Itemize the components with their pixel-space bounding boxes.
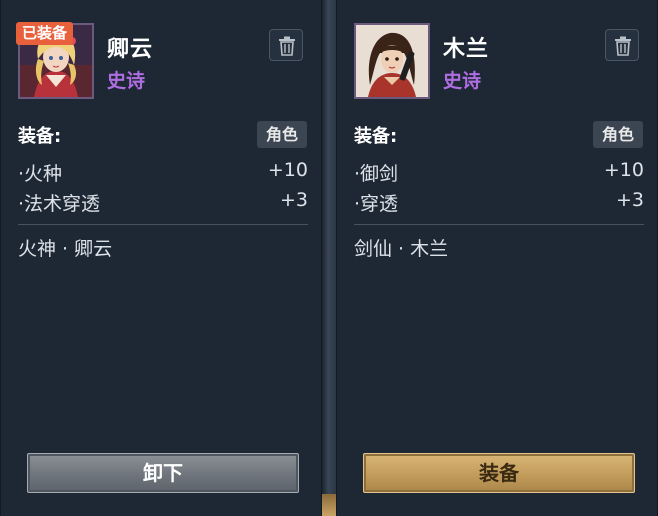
equip-section-label: 装备: bbox=[354, 126, 398, 147]
character-description: 火神 · 卿云 bbox=[18, 238, 113, 260]
panel-divider-accent bbox=[322, 494, 336, 516]
stat-value: +10 bbox=[603, 159, 644, 181]
role-tag: 角色 bbox=[257, 121, 307, 148]
section-divider bbox=[354, 224, 644, 225]
delete-button[interactable] bbox=[269, 29, 303, 61]
trash-icon bbox=[279, 36, 295, 56]
delete-button[interactable] bbox=[605, 29, 639, 61]
stat-row: ·法术穿透 +3 bbox=[18, 189, 308, 215]
rarity-label: 史诗 bbox=[107, 70, 146, 92]
equip-button[interactable]: 装备 bbox=[363, 453, 635, 493]
stat-value: +3 bbox=[279, 189, 308, 211]
stat-value: +10 bbox=[267, 159, 308, 181]
equip-section-label: 装备: bbox=[18, 126, 62, 147]
stat-value: +3 bbox=[615, 189, 644, 211]
panel-divider bbox=[322, 0, 336, 516]
character-name: 卿云 bbox=[107, 37, 154, 62]
character-card-mulan: 木兰 史诗 装备: 角色 ·御剑 +10 ·穿透 +3 剑仙 · 木兰 装备 bbox=[336, 0, 658, 516]
stat-name: ·御剑 bbox=[354, 163, 399, 185]
portrait-image bbox=[356, 25, 428, 97]
stat-row: ·御剑 +10 bbox=[354, 159, 644, 185]
equipped-badge: 已装备 bbox=[16, 22, 74, 45]
stat-name: ·法术穿透 bbox=[18, 193, 101, 215]
character-portrait[interactable] bbox=[354, 23, 430, 99]
unequip-button[interactable]: 卸下 bbox=[27, 453, 299, 493]
character-card-qingyun: 已装备 卿云 史诗 装备: 角色 ·火种 +10 ·法术穿透 +3 火神 · 卿… bbox=[0, 0, 322, 516]
role-tag: 角色 bbox=[593, 121, 643, 148]
character-name: 木兰 bbox=[443, 37, 490, 62]
stat-row: ·火种 +10 bbox=[18, 159, 308, 185]
section-divider bbox=[18, 224, 308, 225]
stat-name: ·火种 bbox=[18, 163, 63, 185]
character-description: 剑仙 · 木兰 bbox=[354, 238, 449, 260]
stat-row: ·穿透 +3 bbox=[354, 189, 644, 215]
stat-name: ·穿透 bbox=[354, 193, 399, 215]
trash-icon bbox=[615, 36, 631, 56]
rarity-label: 史诗 bbox=[443, 70, 482, 92]
